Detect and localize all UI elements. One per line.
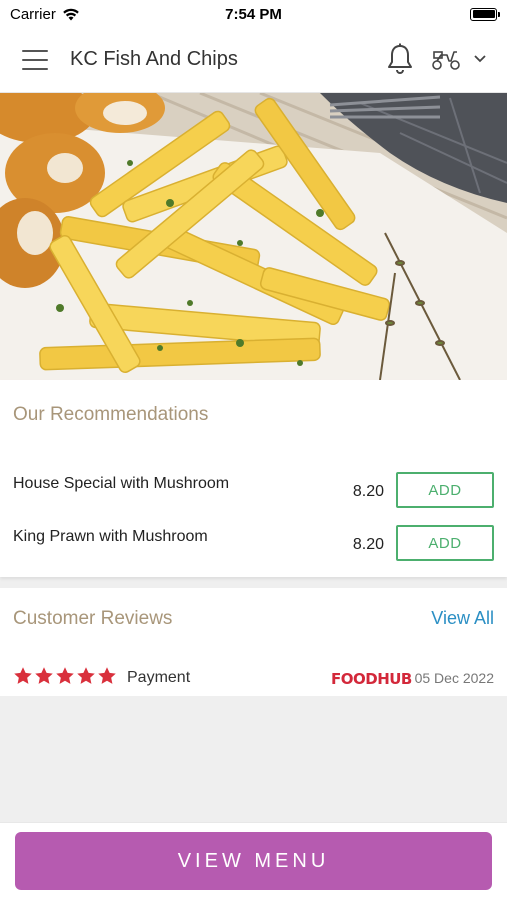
scooter-icon[interactable] <box>430 46 462 72</box>
battery-icon <box>470 7 500 21</box>
page-title: KC Fish And Chips <box>70 48 238 70</box>
app-header: KC Fish And Chips <box>0 28 507 93</box>
fish-and-chips-photo <box>0 93 507 380</box>
chevron-down-icon[interactable] <box>472 52 488 66</box>
status-left: Carrier <box>10 6 80 23</box>
add-button[interactable]: ADD <box>396 472 494 508</box>
reviews-section: Customer Reviews View All Payment FOODHU… <box>0 588 507 696</box>
star-icon <box>77 667 95 684</box>
reviews-title: Customer Reviews <box>13 608 173 629</box>
star-icon <box>35 667 53 684</box>
item-price: 8.20 <box>352 536 384 553</box>
bell-icon[interactable] <box>385 42 415 76</box>
list-item: House Special with Mushroom 8.20 ADD <box>0 466 507 508</box>
item-name: House Special with Mushroom <box>13 475 230 492</box>
star-icon <box>56 667 74 684</box>
item-price: 8.20 <box>352 483 384 500</box>
bottom-bar: VIEW MENU <box>0 822 507 900</box>
view-menu-button[interactable]: VIEW MENU <box>15 832 492 890</box>
status-bar: Carrier 7:54 PM <box>0 0 507 28</box>
hamburger-menu-icon[interactable] <box>22 50 48 70</box>
hero-image <box>0 93 507 380</box>
recommendations-section: Our Recommendations House Special with M… <box>0 380 507 577</box>
add-button[interactable]: ADD <box>396 525 494 561</box>
review-text: Payment <box>127 669 191 686</box>
carrier-label: Carrier <box>10 5 56 23</box>
item-name: King Prawn with Mushroom <box>13 528 208 545</box>
star-icon <box>98 667 116 684</box>
star-icon <box>14 667 32 684</box>
recommendations-title: Our Recommendations <box>13 404 209 425</box>
view-all-link[interactable]: View All <box>431 608 494 629</box>
list-item: King Prawn with Mushroom 8.20 ADD <box>0 519 507 561</box>
foodhub-logo: FOODHUB <box>331 670 412 688</box>
wifi-icon <box>63 8 79 20</box>
rating-stars <box>13 666 117 686</box>
review-date: 05 Dec 2022 <box>414 670 494 686</box>
